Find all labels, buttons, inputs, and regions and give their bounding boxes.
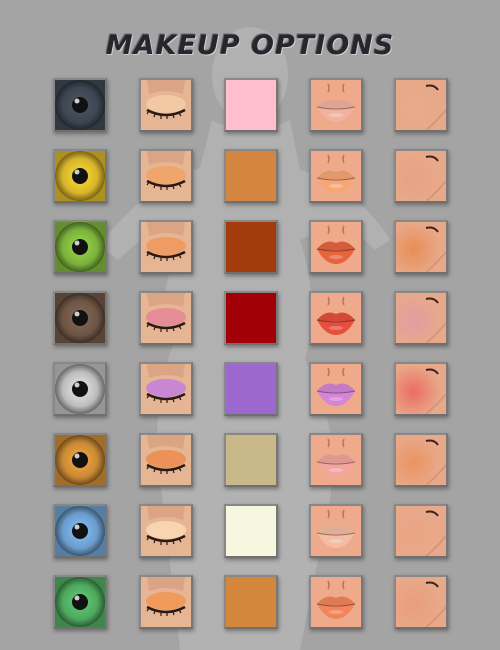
cheek-blush-icon-row-5[interactable] bbox=[394, 362, 448, 416]
closed-eye-eyeshadow-icon-row-3[interactable] bbox=[139, 220, 193, 274]
eye-iris-swatch-icon-row-4[interactable] bbox=[53, 291, 107, 345]
lips-icon-row-8[interactable] bbox=[309, 575, 363, 629]
color-swatch-row-6[interactable] bbox=[224, 433, 278, 487]
cheek-blush-icon-row-3[interactable] bbox=[394, 220, 448, 274]
lips-icon-row-7[interactable] bbox=[309, 504, 363, 558]
closed-eye-eyeshadow-icon-row-7[interactable] bbox=[139, 504, 193, 558]
lips-icon-row-3[interactable] bbox=[309, 220, 363, 274]
color-swatch-row-8[interactable] bbox=[224, 575, 278, 629]
closed-eye-eyeshadow-icon-row-5[interactable] bbox=[139, 362, 193, 416]
closed-eye-eyeshadow-icon-row-6[interactable] bbox=[139, 433, 193, 487]
eye-iris-swatch-icon-row-7[interactable] bbox=[53, 504, 107, 558]
color-swatch-row-1[interactable] bbox=[224, 78, 278, 132]
lips-icon-row-6[interactable] bbox=[309, 433, 363, 487]
cheek-blush-icon-row-1[interactable] bbox=[394, 78, 448, 132]
cheek-blush-icon-row-7[interactable] bbox=[394, 504, 448, 558]
cheek-blush-icon-row-2[interactable] bbox=[394, 149, 448, 203]
makeup-options-grid bbox=[0, 0, 500, 650]
eye-iris-swatch-icon-row-3[interactable] bbox=[53, 220, 107, 274]
closed-eye-eyeshadow-icon-row-2[interactable] bbox=[139, 149, 193, 203]
color-swatch-row-3[interactable] bbox=[224, 220, 278, 274]
cheek-blush-icon-row-6[interactable] bbox=[394, 433, 448, 487]
eye-iris-swatch-icon-row-2[interactable] bbox=[53, 149, 107, 203]
lips-icon-row-2[interactable] bbox=[309, 149, 363, 203]
color-swatch-row-4[interactable] bbox=[224, 291, 278, 345]
eye-iris-swatch-icon-row-6[interactable] bbox=[53, 433, 107, 487]
color-swatch-row-5[interactable] bbox=[224, 362, 278, 416]
color-swatch-row-7[interactable] bbox=[224, 504, 278, 558]
lips-icon-row-1[interactable] bbox=[309, 78, 363, 132]
closed-eye-eyeshadow-icon-row-4[interactable] bbox=[139, 291, 193, 345]
color-swatch-row-2[interactable] bbox=[224, 149, 278, 203]
cheek-blush-icon-row-8[interactable] bbox=[394, 575, 448, 629]
lips-icon-row-5[interactable] bbox=[309, 362, 363, 416]
eye-iris-swatch-icon-row-8[interactable] bbox=[53, 575, 107, 629]
eye-iris-swatch-icon-row-5[interactable] bbox=[53, 362, 107, 416]
lips-icon-row-4[interactable] bbox=[309, 291, 363, 345]
closed-eye-eyeshadow-icon-row-1[interactable] bbox=[139, 78, 193, 132]
eye-iris-swatch-icon-row-1[interactable] bbox=[53, 78, 107, 132]
closed-eye-eyeshadow-icon-row-8[interactable] bbox=[139, 575, 193, 629]
cheek-blush-icon-row-4[interactable] bbox=[394, 291, 448, 345]
